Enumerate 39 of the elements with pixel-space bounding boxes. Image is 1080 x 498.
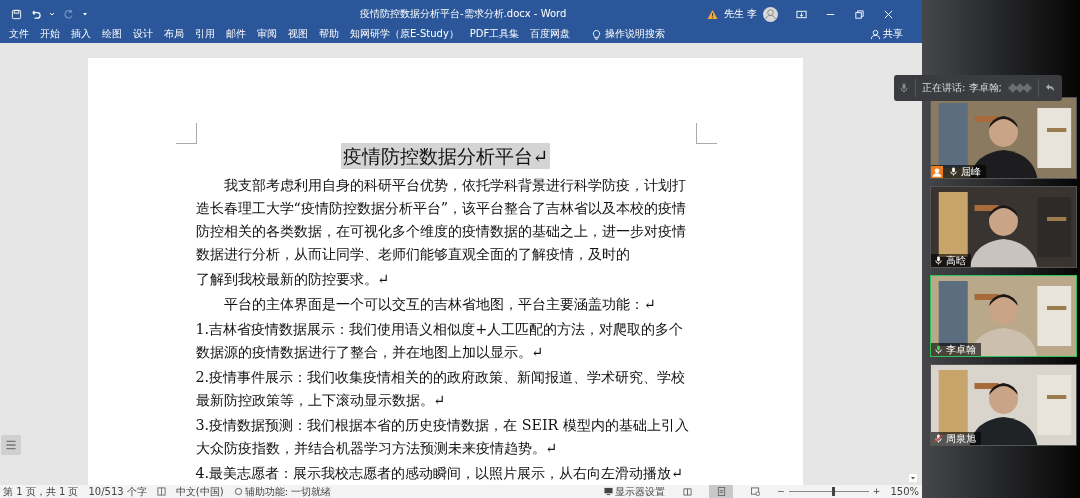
- paragraph: 平台的主体界面是一个可以交互的吉林省地图，平台主要涵盖功能：↵: [223, 295, 658, 314]
- ribbon-tab[interactable]: 审阅: [257, 27, 277, 41]
- tell-me-search[interactable]: 操作说明搜索: [605, 27, 666, 41]
- document-title: 疫情防控数据分析平台↵: [340, 143, 551, 169]
- participant-name: 周泉旭: [946, 431, 976, 445]
- ribbon-tab[interactable]: 百度网盘: [530, 27, 571, 41]
- paragraph: 1.吉林省疫情数据展示：我们使用语义相似度+人工匹配的方法，对爬取的多个数据源的疫情数据进行了整合，并在地图上加以显示。↵: [195, 320, 685, 362]
- accessibility-status[interactable]: 辅助功能: 一切就绪: [233, 485, 332, 498]
- ribbon-tab[interactable]: 设计: [133, 27, 153, 41]
- ribbon-tab[interactable]: 绘图: [102, 27, 122, 41]
- paragraph: 我支部考虑利用自身的科研平台优势，依托学科背景进行科学防疫，计划打造长春理工大学“疫情防控数据分析平台”，该平台整合了吉林省以及本校的疫情防控相关的各类数据，在可视化多个维度的疫情数据的基础之上，进一步对疫情数据进行分析，从而让同学、老师们能够直观全面的了解疫情，及时的: [195, 176, 688, 264]
- paragraph: 4.最美志愿者：展示我校志愿者的感动瞬间，以照片展示，从右向左滑动播放↵: [195, 464, 685, 483]
- ribbon-tab[interactable]: 引用: [195, 27, 215, 41]
- speaking-label: 正在讲话: 李卓翰;: [922, 81, 1002, 95]
- ribbon-tab[interactable]: PDF工具集: [469, 27, 520, 41]
- share-button[interactable]: 共享: [870, 27, 903, 41]
- participant-name: 屈峰: [961, 164, 981, 178]
- paragraph: 3.疫情数据预测：我们根据本省的历史疫情数据，在 SEIR 模型内的基础上引入大众防疫指数，并结合机器学习方法预测未来疫情趋势。↵: [195, 416, 690, 458]
- zoom-level[interactable]: 150%: [890, 485, 919, 498]
- ribbon-tab[interactable]: 开始: [40, 27, 60, 41]
- participant-name: 高晗: [946, 253, 966, 267]
- display-settings[interactable]: 显示器设置: [604, 485, 666, 498]
- zoom-in-button[interactable]: +: [872, 485, 881, 498]
- window-title: 疫情防控数据分析平台-需求分析.docx - Word: [360, 7, 567, 21]
- language-status[interactable]: 中文(中国): [175, 485, 224, 498]
- ribbon-tab[interactable]: 插入: [71, 27, 91, 41]
- ribbon-tab[interactable]: 视图: [288, 27, 308, 41]
- word-count[interactable]: 10/513 个字: [88, 485, 147, 498]
- participant-name: 李卓翰: [946, 342, 976, 356]
- paragraph: 2.疫情事件展示：我们收集疫情相关的的政府政策、新闻报道、学术研究、学校最新防控政策等，上下滚动显示数据。↵: [195, 368, 687, 410]
- ribbon-tab[interactable]: 邮件: [226, 27, 246, 41]
- ribbon-tab[interactable]: 帮助: [319, 27, 339, 41]
- zoom-out-button[interactable]: −: [777, 485, 785, 498]
- user-name[interactable]: 先生 李: [723, 7, 757, 21]
- paragraph: 了解到我校最新的防控要求。↵: [195, 270, 391, 289]
- ribbon-tab[interactable]: 知网研学（原E-Study）: [350, 27, 459, 41]
- ribbon-tab[interactable]: 布局: [164, 27, 184, 41]
- page-count[interactable]: 第 1 页，共 1 页: [3, 485, 79, 498]
- ribbon-tab[interactable]: 文件: [9, 27, 29, 41]
